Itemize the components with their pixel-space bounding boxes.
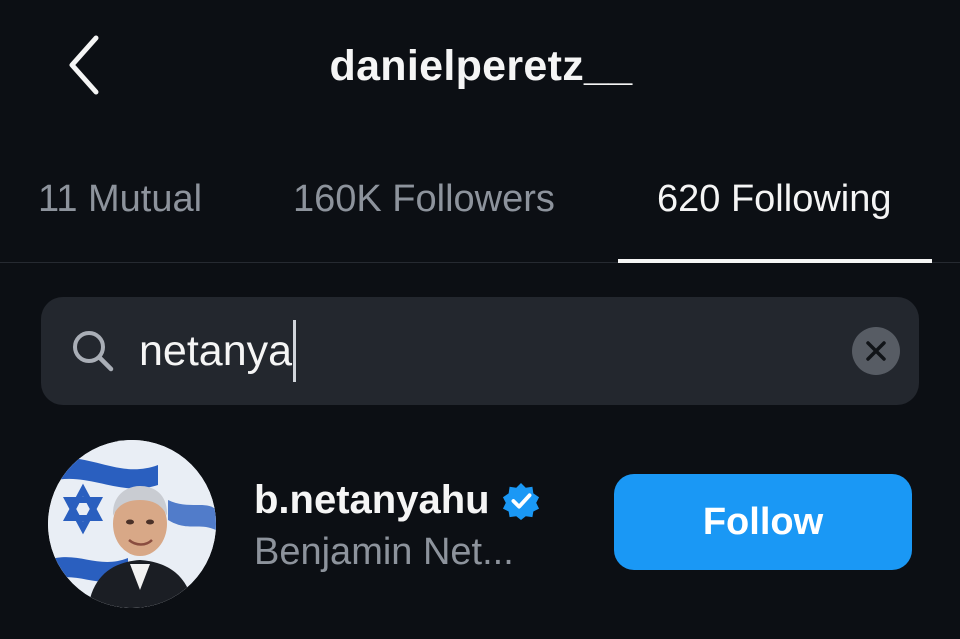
profile-photo [48,440,216,608]
follow-button[interactable]: Follow [614,474,912,570]
clear-search-button[interactable] [852,327,900,375]
text-caret [293,320,297,382]
clear-icon [866,341,886,361]
search-input-text: netanya [139,326,293,375]
search-bar[interactable]: netanya [41,297,919,405]
avatar[interactable] [48,440,216,608]
result-username[interactable]: b.netanyahu [254,478,490,523]
result-full-name: Benjamin Net... [254,531,514,573]
verified-badge-icon [502,482,539,520]
tab-following[interactable]: 620 Following [657,178,891,221]
tab-mutual[interactable]: 11 Mutual [38,178,202,221]
following-screen: danielperetz__ 11 Mutual 160K Followers … [0,0,960,639]
active-tab-indicator [618,259,932,263]
tab-followers[interactable]: 160K Followers [293,178,555,221]
list-item[interactable]: b.netanyahu Benjamin Net... Follow [0,436,960,616]
search-icon [73,331,114,372]
search-input[interactable]: netanya [139,320,297,382]
tab-bar: 11 Mutual 160K Followers 620 Following [0,170,960,263]
username-line: b.netanyahu [254,478,540,523]
page-title: danielperetz__ [329,42,633,90]
